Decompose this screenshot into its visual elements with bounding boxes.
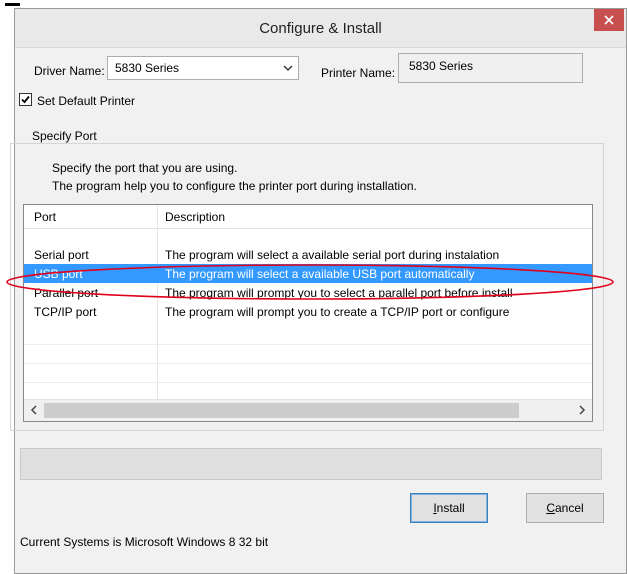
port-column-header[interactable]: Port bbox=[34, 210, 56, 224]
description-cell: The program will prompt you to select a … bbox=[165, 286, 513, 300]
screen-edge-mark bbox=[5, 3, 20, 6]
cancel-label: ancel bbox=[554, 501, 584, 515]
port-cell: Serial port bbox=[34, 248, 89, 262]
grid-line bbox=[24, 344, 592, 345]
scrollbar-thumb[interactable] bbox=[44, 403, 519, 418]
port-cell: USB port bbox=[34, 267, 83, 281]
system-info-text: Current Systems is Microsoft Windows 8 3… bbox=[20, 535, 269, 549]
window-title: Configure & Install bbox=[259, 20, 382, 37]
port-cell: Parallel port bbox=[34, 286, 99, 300]
grid-line bbox=[24, 363, 592, 364]
port-instruction-line1: Specify the port that you are using. bbox=[52, 161, 238, 175]
grid-line bbox=[24, 382, 592, 383]
port-cell: TCP/IP port bbox=[34, 305, 97, 319]
chevron-left-icon bbox=[30, 405, 37, 415]
description-cell: The program will prompt you to create a … bbox=[165, 305, 510, 319]
port-row-usb[interactable]: USB port The program will select a avail… bbox=[24, 264, 592, 283]
printer-name-label: Printer Name: bbox=[321, 66, 396, 80]
install-label: nstall bbox=[436, 501, 465, 515]
printer-name-field[interactable]: 5830 Series bbox=[398, 53, 583, 83]
driver-name-label: Driver Name: bbox=[34, 64, 105, 78]
description-column-header[interactable]: Description bbox=[165, 210, 225, 224]
checkmark-icon bbox=[21, 95, 30, 104]
chevron-down-icon bbox=[283, 65, 293, 71]
description-cell: The program will select a available seri… bbox=[165, 248, 500, 262]
close-icon bbox=[604, 15, 614, 25]
set-default-printer-label[interactable]: Set Default Printer bbox=[37, 94, 135, 108]
port-row-parallel[interactable]: Parallel port The program will prompt yo… bbox=[24, 283, 592, 302]
cancel-button[interactable]: Cancel bbox=[526, 493, 604, 523]
port-list[interactable]: Port Description Serial port The program… bbox=[23, 204, 593, 422]
port-row-tcpip[interactable]: TCP/IP port The program will prompt you … bbox=[24, 302, 592, 321]
description-cell: The program will select a available USB … bbox=[165, 267, 475, 281]
specify-port-group-title: Specify Port bbox=[29, 129, 100, 143]
printer-name-value: 5830 Series bbox=[409, 59, 474, 73]
cancel-accelerator: C bbox=[546, 501, 555, 515]
driver-name-value: 5830 Series bbox=[115, 61, 180, 75]
install-button[interactable]: Install bbox=[410, 493, 488, 523]
close-button[interactable] bbox=[594, 9, 624, 31]
port-row-serial[interactable]: Serial port The program will select a av… bbox=[24, 245, 592, 264]
progress-panel bbox=[20, 448, 602, 480]
driver-name-select[interactable]: 5830 Series bbox=[107, 56, 299, 80]
set-default-printer-checkbox[interactable] bbox=[19, 93, 32, 106]
port-list-header: Port Description bbox=[24, 205, 592, 229]
port-instruction-line2: The program help you to configure the pr… bbox=[52, 179, 417, 193]
title-bar: Configure & Install bbox=[15, 9, 626, 48]
scroll-right-button[interactable] bbox=[575, 403, 589, 417]
horizontal-scrollbar[interactable] bbox=[24, 399, 592, 421]
scroll-left-button[interactable] bbox=[27, 403, 41, 417]
chevron-right-icon bbox=[579, 405, 586, 415]
